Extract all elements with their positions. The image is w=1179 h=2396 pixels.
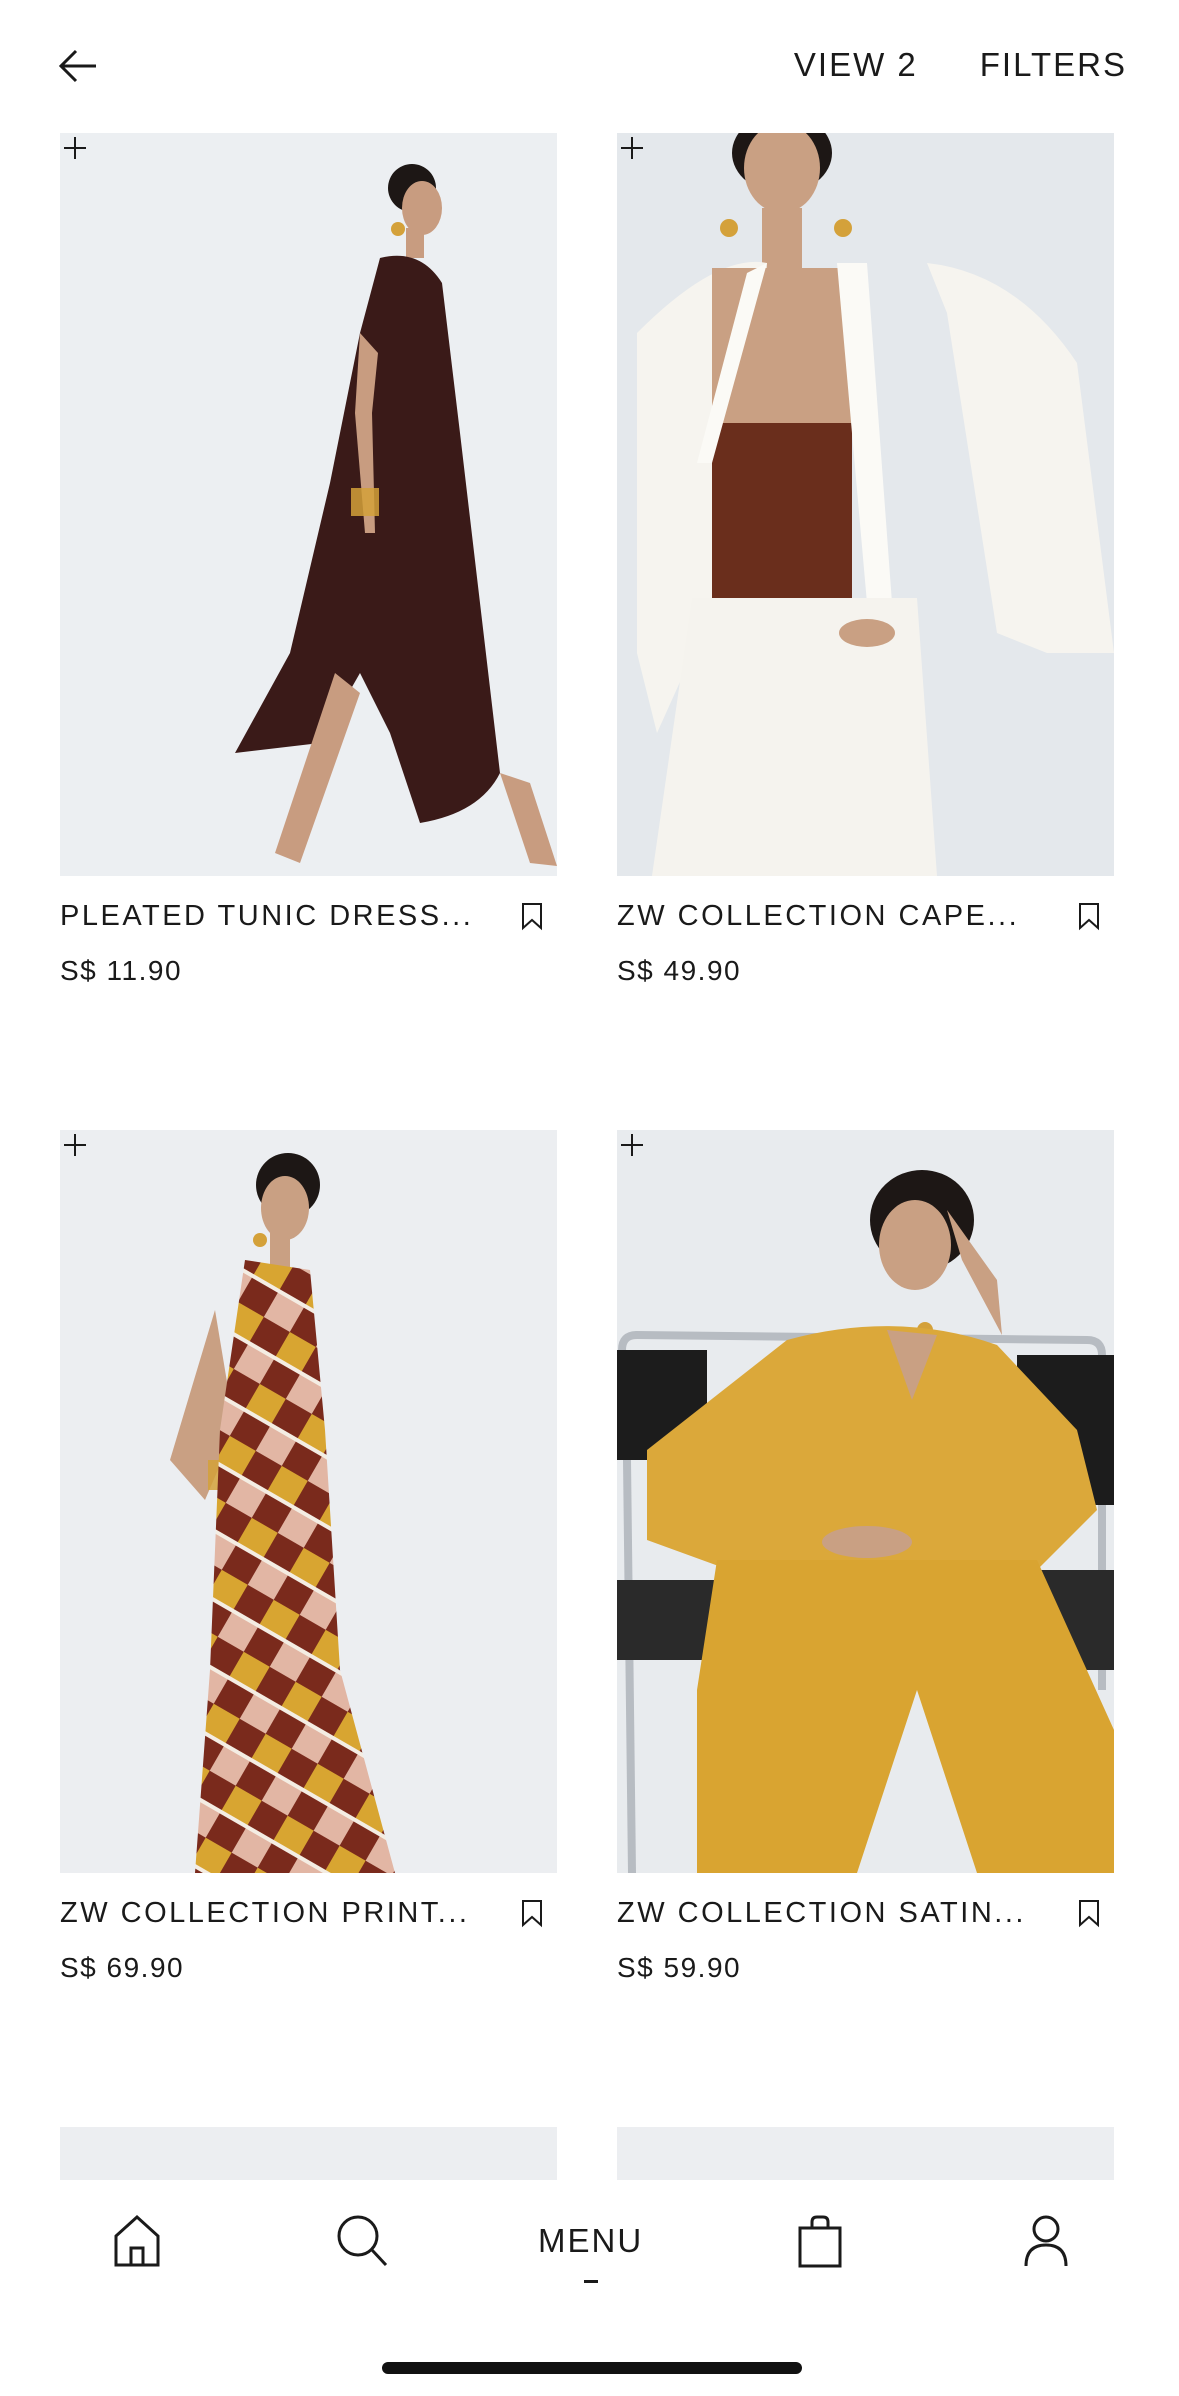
top-bar: VIEW 2 FILTERS bbox=[0, 0, 1179, 130]
product-image-peek[interactable] bbox=[60, 2127, 557, 2187]
shopping-bag-icon[interactable] bbox=[797, 2214, 843, 2268]
product-name[interactable]: PLEATED TUNIC DRESS... bbox=[60, 900, 480, 933]
product-price: S$ 11.90 bbox=[60, 955, 183, 986]
top-actions: VIEW 2 FILTERS bbox=[794, 46, 1127, 84]
bookmark-icon[interactable] bbox=[1077, 901, 1101, 931]
menu-button[interactable]: MENU bbox=[538, 2222, 643, 2260]
arrow-left-icon[interactable] bbox=[56, 44, 100, 88]
add-to-cart-icon[interactable] bbox=[60, 133, 90, 163]
product-image[interactable] bbox=[60, 1130, 557, 1873]
bookmark-icon[interactable] bbox=[520, 901, 544, 931]
add-to-cart-icon[interactable] bbox=[617, 133, 647, 163]
menu-indicator bbox=[584, 2280, 598, 2283]
bookmark-icon[interactable] bbox=[1077, 1898, 1101, 1928]
product-name[interactable]: ZW COLLECTION CAPE... bbox=[617, 900, 1037, 933]
view-toggle-button[interactable]: VIEW 2 bbox=[794, 46, 918, 84]
product-name[interactable]: ZW COLLECTION SATIN... bbox=[617, 1897, 1037, 1930]
product-price: S$ 69.90 bbox=[60, 1952, 185, 1983]
home-indicator[interactable] bbox=[382, 2362, 802, 2374]
home-icon[interactable] bbox=[113, 2214, 161, 2268]
product-image[interactable] bbox=[617, 133, 1114, 876]
product-name[interactable]: ZW COLLECTION PRINT... bbox=[60, 1897, 480, 1930]
bookmark-icon[interactable] bbox=[520, 1898, 544, 1928]
product-price: S$ 59.90 bbox=[617, 1952, 742, 1983]
add-to-cart-icon[interactable] bbox=[617, 1130, 647, 1160]
search-icon[interactable] bbox=[336, 2214, 388, 2268]
filters-button[interactable]: FILTERS bbox=[980, 46, 1127, 84]
product-image[interactable] bbox=[617, 1130, 1114, 1873]
user-icon[interactable] bbox=[1023, 2214, 1069, 2268]
add-to-cart-icon[interactable] bbox=[60, 1130, 90, 1160]
product-price: S$ 49.90 bbox=[617, 955, 742, 986]
product-image-peek[interactable] bbox=[617, 2127, 1114, 2187]
product-image[interactable] bbox=[60, 133, 557, 876]
